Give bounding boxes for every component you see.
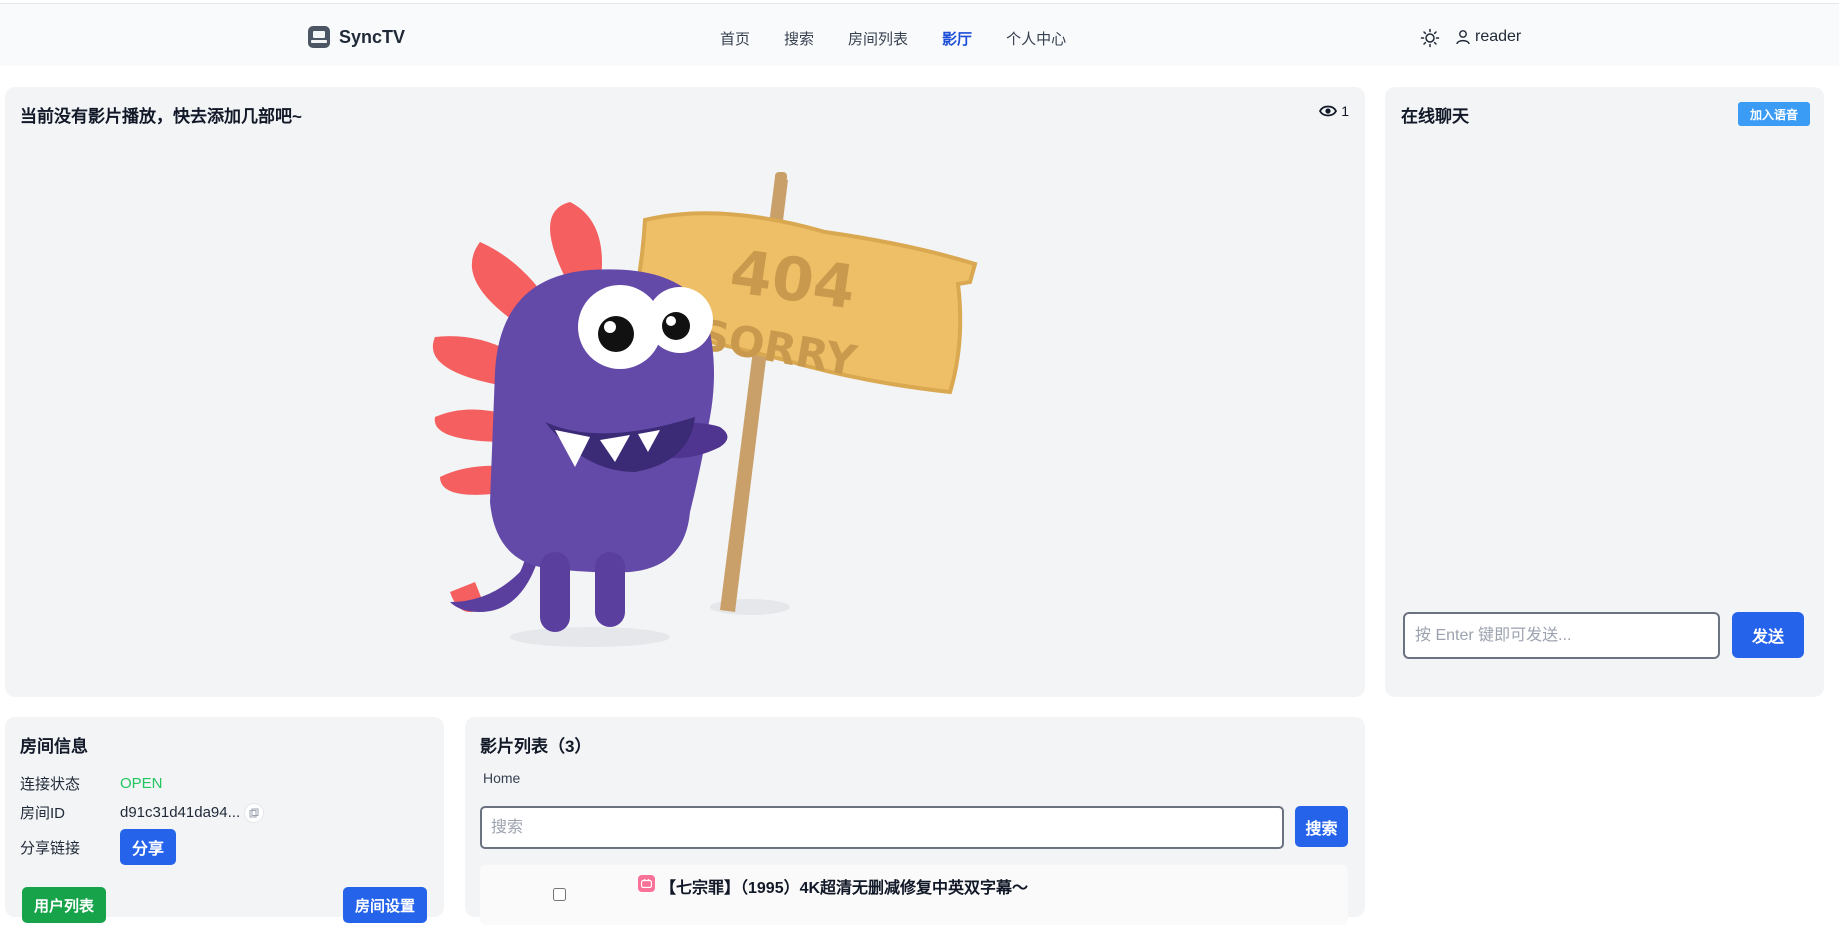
nav-search[interactable]: 搜索 [784, 28, 814, 49]
user-list-button[interactable]: 用户列表 [22, 887, 107, 923]
share-link-row: 分享链接 分享 [20, 829, 177, 865]
nav-profile[interactable]: 个人中心 [1006, 28, 1066, 49]
404-monster-illustration: 404 SORRY [432, 172, 978, 647]
chat-input[interactable] [1403, 612, 1720, 659]
movie-search-input[interactable] [480, 806, 1284, 849]
eye-icon [1319, 105, 1338, 117]
join-voice-button[interactable]: 加入语音 [1737, 102, 1810, 126]
share-button[interactable]: 分享 [120, 829, 177, 865]
username: reader [1475, 28, 1522, 45]
room-id-value: d91c31d41da94... [120, 804, 241, 821]
viewer-count: 1 [1319, 103, 1349, 119]
main-nav: 首页 搜索 房间列表 影厅 个人中心 [720, 28, 1066, 49]
top-nav-bar: SyncTV 首页 搜索 房间列表 影厅 个人中心 reader [0, 3, 1839, 66]
nav-cinema[interactable]: 影厅 [942, 28, 972, 49]
brand[interactable]: SyncTV [307, 25, 405, 49]
movie-list-panel: 影片列表（3） Home 搜索 【七宗罪】（1995）4K超清无删减修复中英双字… [465, 717, 1365, 925]
status-value: OPEN [120, 775, 163, 792]
user-menu[interactable]: reader [1455, 28, 1521, 46]
room-info-title: 房间信息 [20, 737, 88, 756]
movie-search-button[interactable]: 搜索 [1295, 806, 1348, 847]
connection-status-row: 连接状态 OPEN [20, 773, 163, 794]
movie-list-title: 影片列表（3） [480, 737, 592, 756]
send-button[interactable]: 发送 [1732, 612, 1804, 658]
sun-icon[interactable] [1420, 28, 1440, 48]
movie-list-item[interactable]: 【七宗罪】（1995）4K超清无删减修复中英双字幕～ [480, 865, 1348, 925]
player-panel: 当前没有影片播放，快去添加几部吧~ 1 404 SORRY [5, 87, 1365, 697]
movie-title: 【七宗罪】（1995）4K超清无删减修复中英双字幕～ [660, 880, 1029, 897]
synctv-logo-icon [308, 26, 330, 48]
copy-icon[interactable] [244, 802, 265, 823]
bilibili-icon [638, 875, 655, 892]
room-id-row: 房间ID d91c31d41da94... [20, 802, 265, 823]
chat-panel: 在线聊天 加入语音 发送 [1385, 87, 1824, 697]
chat-title: 在线聊天 [1401, 107, 1469, 126]
room-settings-button[interactable]: 房间设置 [343, 887, 428, 923]
nav-home[interactable]: 首页 [720, 28, 750, 49]
room-info-panel: 房间信息 连接状态 OPEN 房间ID d91c31d41da94... 分享链… [5, 717, 444, 923]
breadcrumb[interactable]: Home [483, 770, 520, 786]
player-title: 当前没有影片播放，快去添加几部吧~ [20, 107, 302, 126]
status-label: 连接状态 [20, 776, 81, 793]
user-icon [1456, 30, 1470, 45]
nav-room-list[interactable]: 房间列表 [848, 28, 908, 49]
movie-select-checkbox[interactable] [553, 888, 566, 901]
brand-name: SyncTV [339, 26, 406, 47]
share-label: 分享链接 [20, 839, 81, 857]
room-id-label: 房间ID [20, 805, 66, 822]
